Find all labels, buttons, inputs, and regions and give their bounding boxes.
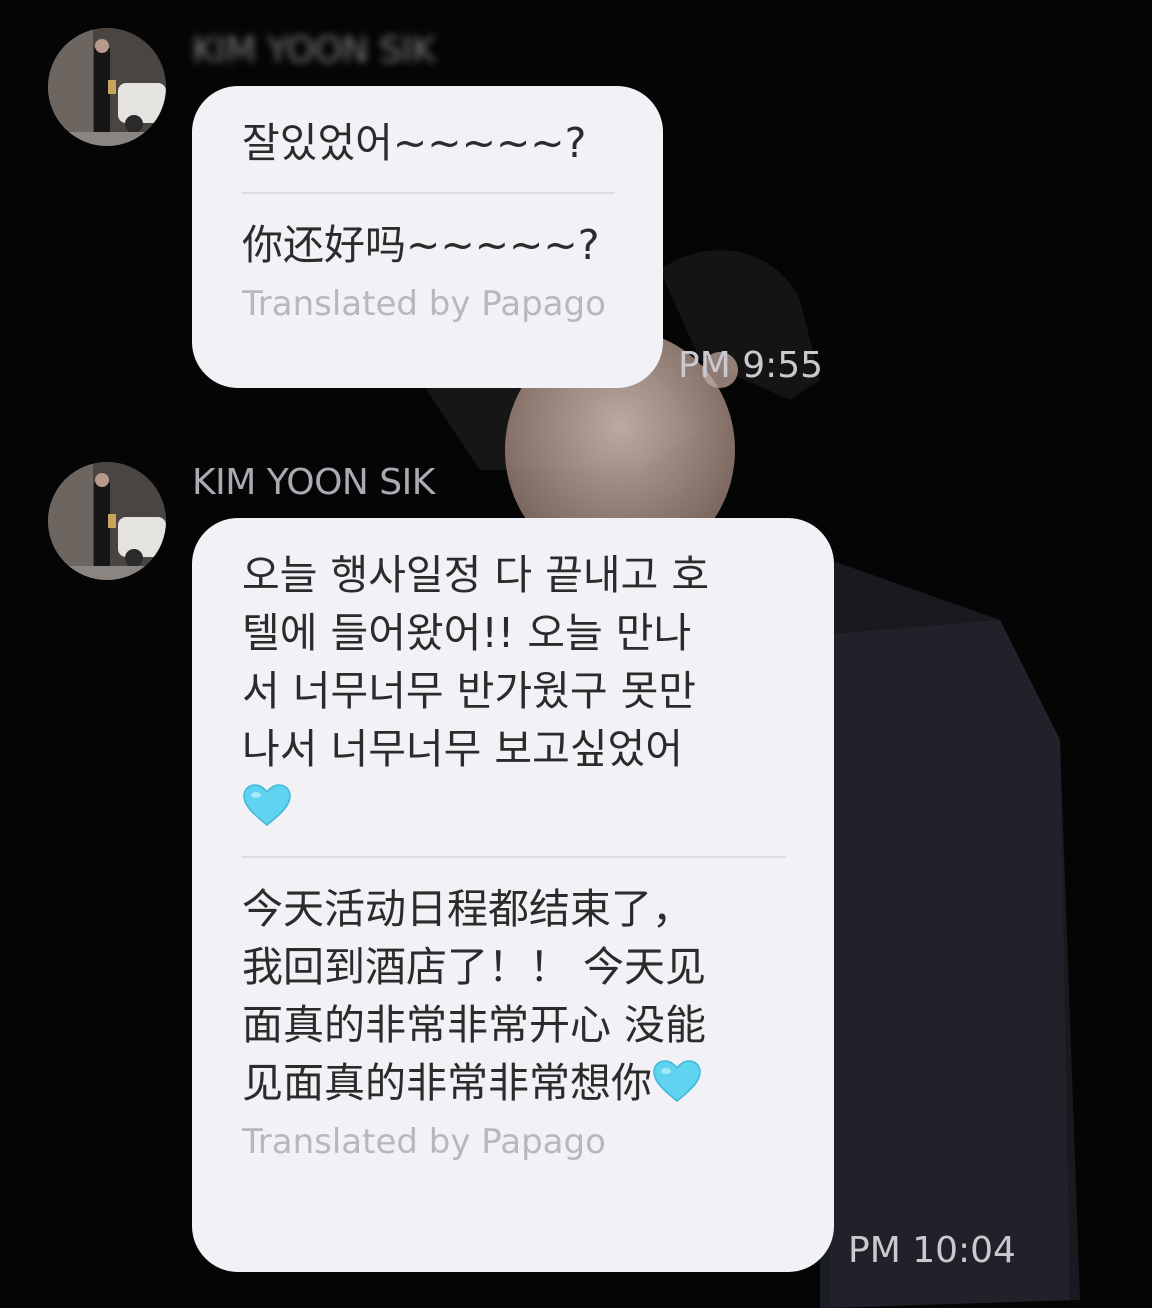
text-line: 今天活动日程都结束了， xyxy=(242,885,693,933)
message-time: PM 9:55 xyxy=(678,345,824,386)
avatar-photo-icon xyxy=(48,462,166,580)
text-line: 서 너무너무 반가웠구 못만 xyxy=(242,667,697,715)
translation-credit: Translated by Papago xyxy=(242,1122,606,1162)
text-line: 텔에 들어왔어!! 오늘 만나 xyxy=(242,609,692,657)
avatar-photo-icon xyxy=(48,28,166,146)
heart-icon xyxy=(653,1060,701,1102)
sender-name: KIM YOON SIK xyxy=(192,30,435,71)
avatar[interactable] xyxy=(48,462,166,580)
sender-name: KIM YOON SIK xyxy=(192,462,435,503)
divider xyxy=(242,856,786,858)
divider xyxy=(242,192,615,194)
avatar[interactable] xyxy=(48,28,166,146)
message-bubble[interactable]: 오늘 행사일정 다 끝내고 호 텔에 들어왔어!! 오늘 만나 서 너무너무 반… xyxy=(192,518,834,1272)
translated-text: 今天活动日程都结束了， 我回到酒店了！！ 今天见 面真的非常非常开心 没能 见面… xyxy=(242,880,786,1112)
message-time: PM 10:04 xyxy=(848,1230,1016,1271)
translated-text: 你还好吗~~~~~? xyxy=(242,221,600,269)
message-bubble[interactable]: 잘있었어~~~~~? 你还好吗~~~~~? Translated by Papa… xyxy=(192,86,663,388)
text-line: 오늘 행사일정 다 끝내고 호 xyxy=(242,551,710,599)
original-text: 잘있었어~~~~~? xyxy=(242,119,587,167)
text-line: 见面真的非常非常想你 xyxy=(242,1059,652,1107)
heart-icon xyxy=(243,784,291,826)
text-line: 面真的非常非常开心 没能 xyxy=(242,1001,707,1049)
text-line: 我回到酒店了！！ 今天见 xyxy=(242,943,707,991)
text-line: 나서 너무너무 보고싶었어 xyxy=(242,725,683,773)
original-text: 오늘 행사일정 다 끝내고 호 텔에 들어왔어!! 오늘 만나 서 너무너무 반… xyxy=(242,546,786,836)
translation-credit: Translated by Papago xyxy=(242,284,606,324)
